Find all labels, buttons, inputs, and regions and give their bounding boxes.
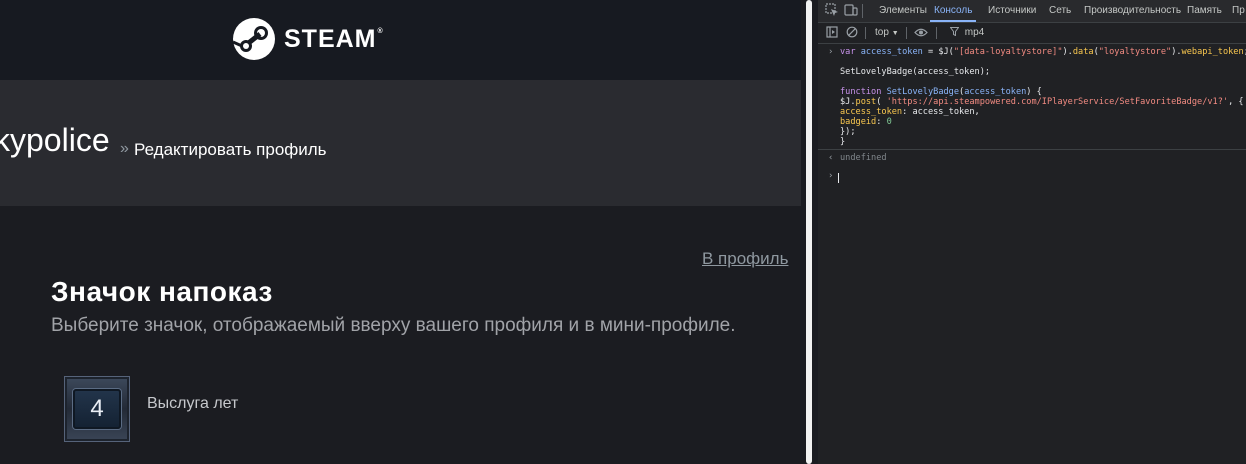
console-result: undefined bbox=[840, 153, 887, 163]
input-prompt-icon: › bbox=[828, 171, 834, 181]
devtools-panel: Элементы Консоль Источники Сеть Производ… bbox=[818, 0, 1246, 464]
console-divider bbox=[818, 149, 1246, 150]
code-line-8: } bbox=[840, 137, 846, 147]
badge-level: 4 bbox=[73, 389, 121, 429]
tab-sources[interactable]: Источники bbox=[988, 0, 1036, 22]
tab-elements[interactable]: Элементы bbox=[879, 0, 927, 22]
badge-option[interactable]: 4 Выслуга лет bbox=[64, 376, 484, 442]
toolbar-divider bbox=[936, 27, 937, 39]
tab-performance[interactable]: Производительность bbox=[1084, 0, 1181, 22]
result-arrow-icon: ‹ bbox=[828, 153, 834, 163]
console-input-cursor[interactable] bbox=[838, 173, 839, 183]
code-line-3: function SetLovelyBadge(access_token) { bbox=[840, 87, 1042, 97]
chevron-down-icon: ▼ bbox=[891, 30, 899, 37]
inspect-element-icon[interactable] bbox=[825, 3, 839, 17]
splitter-handle[interactable] bbox=[806, 0, 812, 464]
console-toolbar: top ▼ mp4 bbox=[818, 23, 1246, 44]
tab-divider bbox=[862, 4, 863, 18]
code-line-4: $J.post( 'https://api.steampowered.com/I… bbox=[840, 97, 1244, 107]
breadcrumb-current: Редактировать профиль bbox=[134, 140, 327, 159]
code-line-6: badgeid: 0 bbox=[840, 117, 892, 127]
badge-name: Выслуга лет bbox=[147, 395, 239, 412]
tab-console[interactable]: Консоль bbox=[930, 0, 977, 22]
device-toolbar-icon[interactable] bbox=[844, 3, 858, 17]
tab-network[interactable]: Сеть bbox=[1049, 0, 1071, 22]
steam-page: STEAM® kypolice » Редактировать профиль … bbox=[0, 0, 801, 464]
profile-name[interactable]: kypolice bbox=[0, 122, 110, 159]
steam-header: STEAM® bbox=[0, 0, 801, 80]
sidebar-toggle-icon[interactable] bbox=[826, 26, 838, 38]
code-line-5: access_token: access_token, bbox=[840, 107, 980, 117]
steam-logo-icon bbox=[232, 18, 275, 60]
toolbar-divider bbox=[906, 27, 907, 39]
section-title: Значок напоказ bbox=[51, 276, 273, 307]
tab-memory[interactable]: Память bbox=[1187, 0, 1222, 22]
clear-console-icon[interactable] bbox=[846, 26, 858, 38]
profile-band: kypolice » Редактировать профиль bbox=[0, 80, 801, 206]
devtools-tabbar: Элементы Консоль Источники Сеть Производ… bbox=[818, 0, 1246, 23]
console-output[interactable]: › var access_token = $J("[data-loyaltyst… bbox=[818, 44, 1246, 464]
section-subtitle: Выберите значок, отображаемый вверху ваш… bbox=[51, 315, 736, 336]
console-filter[interactable]: mp4 bbox=[949, 23, 984, 43]
badge-icon: 4 bbox=[64, 376, 130, 442]
filter-icon bbox=[949, 27, 960, 37]
steam-wordmark: STEAM® bbox=[284, 24, 384, 53]
code-line-7: }); bbox=[840, 127, 856, 137]
back-to-profile-link[interactable]: В профиль bbox=[702, 249, 788, 269]
code-line-2: SetLovelyBadge(access_token); bbox=[840, 67, 991, 77]
toolbar-divider bbox=[865, 27, 866, 39]
code-line-1: var access_token = $J("[data-loyaltystor… bbox=[840, 47, 1246, 57]
filter-input[interactable]: mp4 bbox=[965, 27, 984, 38]
context-select[interactable]: top ▼ bbox=[875, 23, 899, 43]
tab-application[interactable]: Пр bbox=[1232, 0, 1245, 22]
steam-logo[interactable]: STEAM® bbox=[232, 17, 384, 61]
input-prompt-icon: › bbox=[828, 47, 834, 57]
breadcrumb-separator: » bbox=[120, 140, 129, 157]
live-expression-eye-icon[interactable] bbox=[914, 27, 928, 38]
pane-splitter[interactable] bbox=[801, 0, 818, 464]
